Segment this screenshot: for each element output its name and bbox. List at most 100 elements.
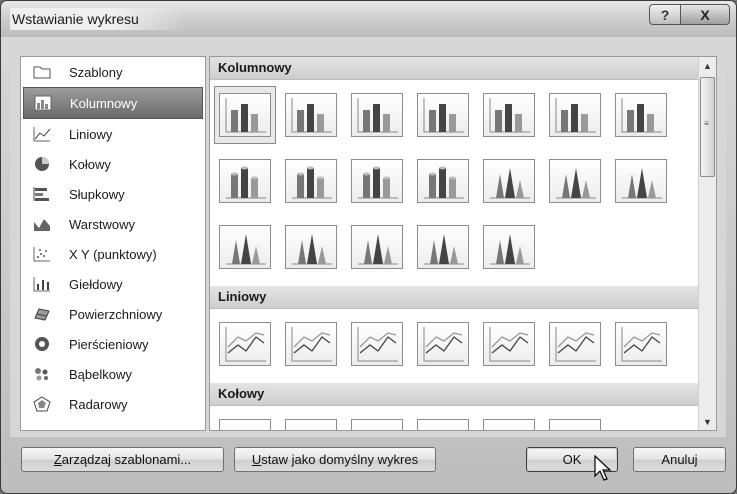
chart-subtype-thumb[interactable]	[214, 412, 276, 430]
category-item-11[interactable]: Radarowy	[21, 389, 205, 419]
set-default-button[interactable]: Ustaw jako domyślny wykres	[234, 447, 436, 472]
doughnut-chart-icon	[33, 336, 51, 352]
category-item-2[interactable]: Liniowy	[21, 119, 205, 149]
pie-icon	[219, 419, 271, 430]
category-label: Kołowy	[69, 156, 111, 172]
cancel-button[interactable]: Anuluj	[633, 447, 726, 472]
chart-subtype-thumb[interactable]	[346, 218, 408, 276]
chart-subtype-thumb[interactable]	[214, 218, 276, 276]
scroll-down-icon[interactable]: ▼	[699, 413, 716, 430]
chart-subtype-thumb[interactable]	[544, 86, 606, 144]
scrollbar-thumb[interactable]: ≡	[700, 77, 715, 177]
dialog-body: Szablony Kolumnowy Liniowy Kołowy Słupkowy Wa…	[10, 49, 726, 437]
chart-subtype-thumb[interactable]	[610, 86, 672, 144]
chart-subtype-thumb[interactable]	[412, 412, 474, 430]
category-item-5[interactable]: Warstwowy	[21, 209, 205, 239]
chart-subtype-thumb[interactable]	[346, 315, 408, 373]
stacked-line-icon	[285, 322, 337, 366]
chart-subtype-thumb[interactable]	[610, 152, 672, 210]
category-item-4[interactable]: Słupkowy	[21, 179, 205, 209]
category-item-6[interactable]: X Y (punktowy)	[21, 239, 205, 269]
stacked-cylinder-icon	[285, 159, 337, 203]
category-label: Warstwowy	[69, 216, 135, 232]
chart-subtype-thumb[interactable]	[478, 152, 540, 210]
gallery-section-header: Kolumnowy	[210, 57, 698, 80]
chart-subtype-thumb[interactable]	[280, 218, 342, 276]
manage-templates-button[interactable]: Zarządzaj szablonami...	[21, 447, 224, 472]
clustered-cone-icon	[483, 159, 535, 203]
100-stacked-cylinder-icon	[351, 159, 403, 203]
100-stacked-line-with-markers-icon	[549, 322, 601, 366]
chart-subtype-thumb[interactable]	[214, 315, 276, 373]
thumbnail-grid	[210, 309, 698, 383]
gallery-content: Kolumnowy Liniowy Kołowy	[210, 57, 698, 430]
chart-subtype-thumb[interactable]	[280, 86, 342, 144]
close-icon: X	[700, 6, 710, 23]
category-item-9[interactable]: Pierścieniowy	[21, 329, 205, 359]
category-item-3[interactable]: Kołowy	[21, 149, 205, 179]
chart-subtype-thumb[interactable]	[544, 152, 606, 210]
category-label: Bąbelkowy	[69, 366, 132, 382]
chart-subtype-thumb[interactable]	[478, 86, 540, 144]
chart-category-list: Szablony Kolumnowy Liniowy Kołowy Słupkowy Wa…	[20, 56, 206, 431]
chart-subtype-thumb[interactable]	[544, 315, 606, 373]
category-label: Powierzchniowy	[69, 306, 163, 322]
category-label: Giełdowy	[69, 276, 123, 292]
3d-cone-icon	[219, 225, 271, 269]
category-label: Liniowy	[69, 126, 113, 142]
help-button[interactable]: ?	[649, 4, 681, 25]
chart-subtype-thumb[interactable]	[412, 86, 474, 144]
chart-subtype-thumb[interactable]	[412, 315, 474, 373]
chart-subtype-thumb[interactable]	[214, 86, 276, 144]
pie-chart-icon	[33, 156, 51, 172]
3d-100-stacked-column-icon	[549, 93, 601, 137]
chart-subtype-thumb[interactable]	[544, 412, 606, 430]
category-item-0[interactable]: Szablony	[21, 57, 205, 87]
3d-pie-icon	[285, 419, 337, 430]
pie-of-pie-icon	[351, 419, 403, 430]
category-label: X Y (punktowy)	[69, 246, 157, 262]
area-chart-icon	[33, 216, 51, 232]
chart-subtype-thumb[interactable]	[280, 412, 342, 430]
chart-subtype-thumb[interactable]	[412, 218, 474, 276]
scroll-up-icon[interactable]: ▲	[699, 57, 716, 74]
bar-of-pie-icon	[549, 419, 601, 430]
chart-subtype-thumb[interactable]	[412, 152, 474, 210]
chart-subtype-gallery: Kolumnowy Liniowy Kołowy ▲ ≡ ▼	[209, 56, 717, 431]
chart-subtype-thumb[interactable]	[280, 152, 342, 210]
100-stacked-column-icon	[351, 93, 403, 137]
help-icon: ?	[660, 6, 670, 23]
chart-subtype-thumb[interactable]	[610, 315, 672, 373]
set-default-label: staw jako domyślny wykres	[261, 452, 419, 467]
chart-subtype-thumb[interactable]	[214, 152, 276, 210]
close-button[interactable]: X	[681, 4, 730, 25]
3d-line-icon	[615, 322, 667, 366]
manage-templates-label: arządzaj szablonami...	[61, 452, 192, 467]
chart-subtype-thumb[interactable]	[478, 412, 540, 430]
category-item-1[interactable]: Kolumnowy	[23, 87, 203, 119]
category-label: Pierścieniowy	[69, 336, 149, 352]
folder-icon	[33, 64, 51, 80]
3d-pyramid-icon	[483, 225, 535, 269]
chart-subtype-thumb[interactable]	[346, 152, 408, 210]
3d-exploded-pie-icon	[483, 419, 535, 430]
chart-subtype-thumb[interactable]	[346, 412, 408, 430]
stacked-column-icon	[285, 93, 337, 137]
set-default-accel: U	[251, 452, 262, 467]
category-item-8[interactable]: Powierzchniowy	[21, 299, 205, 329]
category-item-7[interactable]: Giełdowy	[21, 269, 205, 299]
chart-subtype-thumb[interactable]	[346, 86, 408, 144]
stacked-pyramid-icon	[351, 225, 403, 269]
chart-subtype-thumb[interactable]	[478, 218, 540, 276]
category-label: Szablony	[69, 64, 123, 80]
chart-subtype-thumb[interactable]	[478, 315, 540, 373]
dialog-title: Wstawianie wykresu	[10, 8, 185, 30]
100-stacked-pyramid-icon	[417, 225, 469, 269]
stock-chart-icon	[33, 276, 51, 292]
clustered-pyramid-icon	[285, 225, 337, 269]
gallery-scrollbar[interactable]: ▲ ≡ ▼	[698, 57, 716, 430]
bar-chart-icon	[33, 186, 51, 202]
chart-subtype-thumb[interactable]	[280, 315, 342, 373]
category-item-10[interactable]: Bąbelkowy	[21, 359, 205, 389]
3d-stacked-column-icon	[483, 93, 535, 137]
